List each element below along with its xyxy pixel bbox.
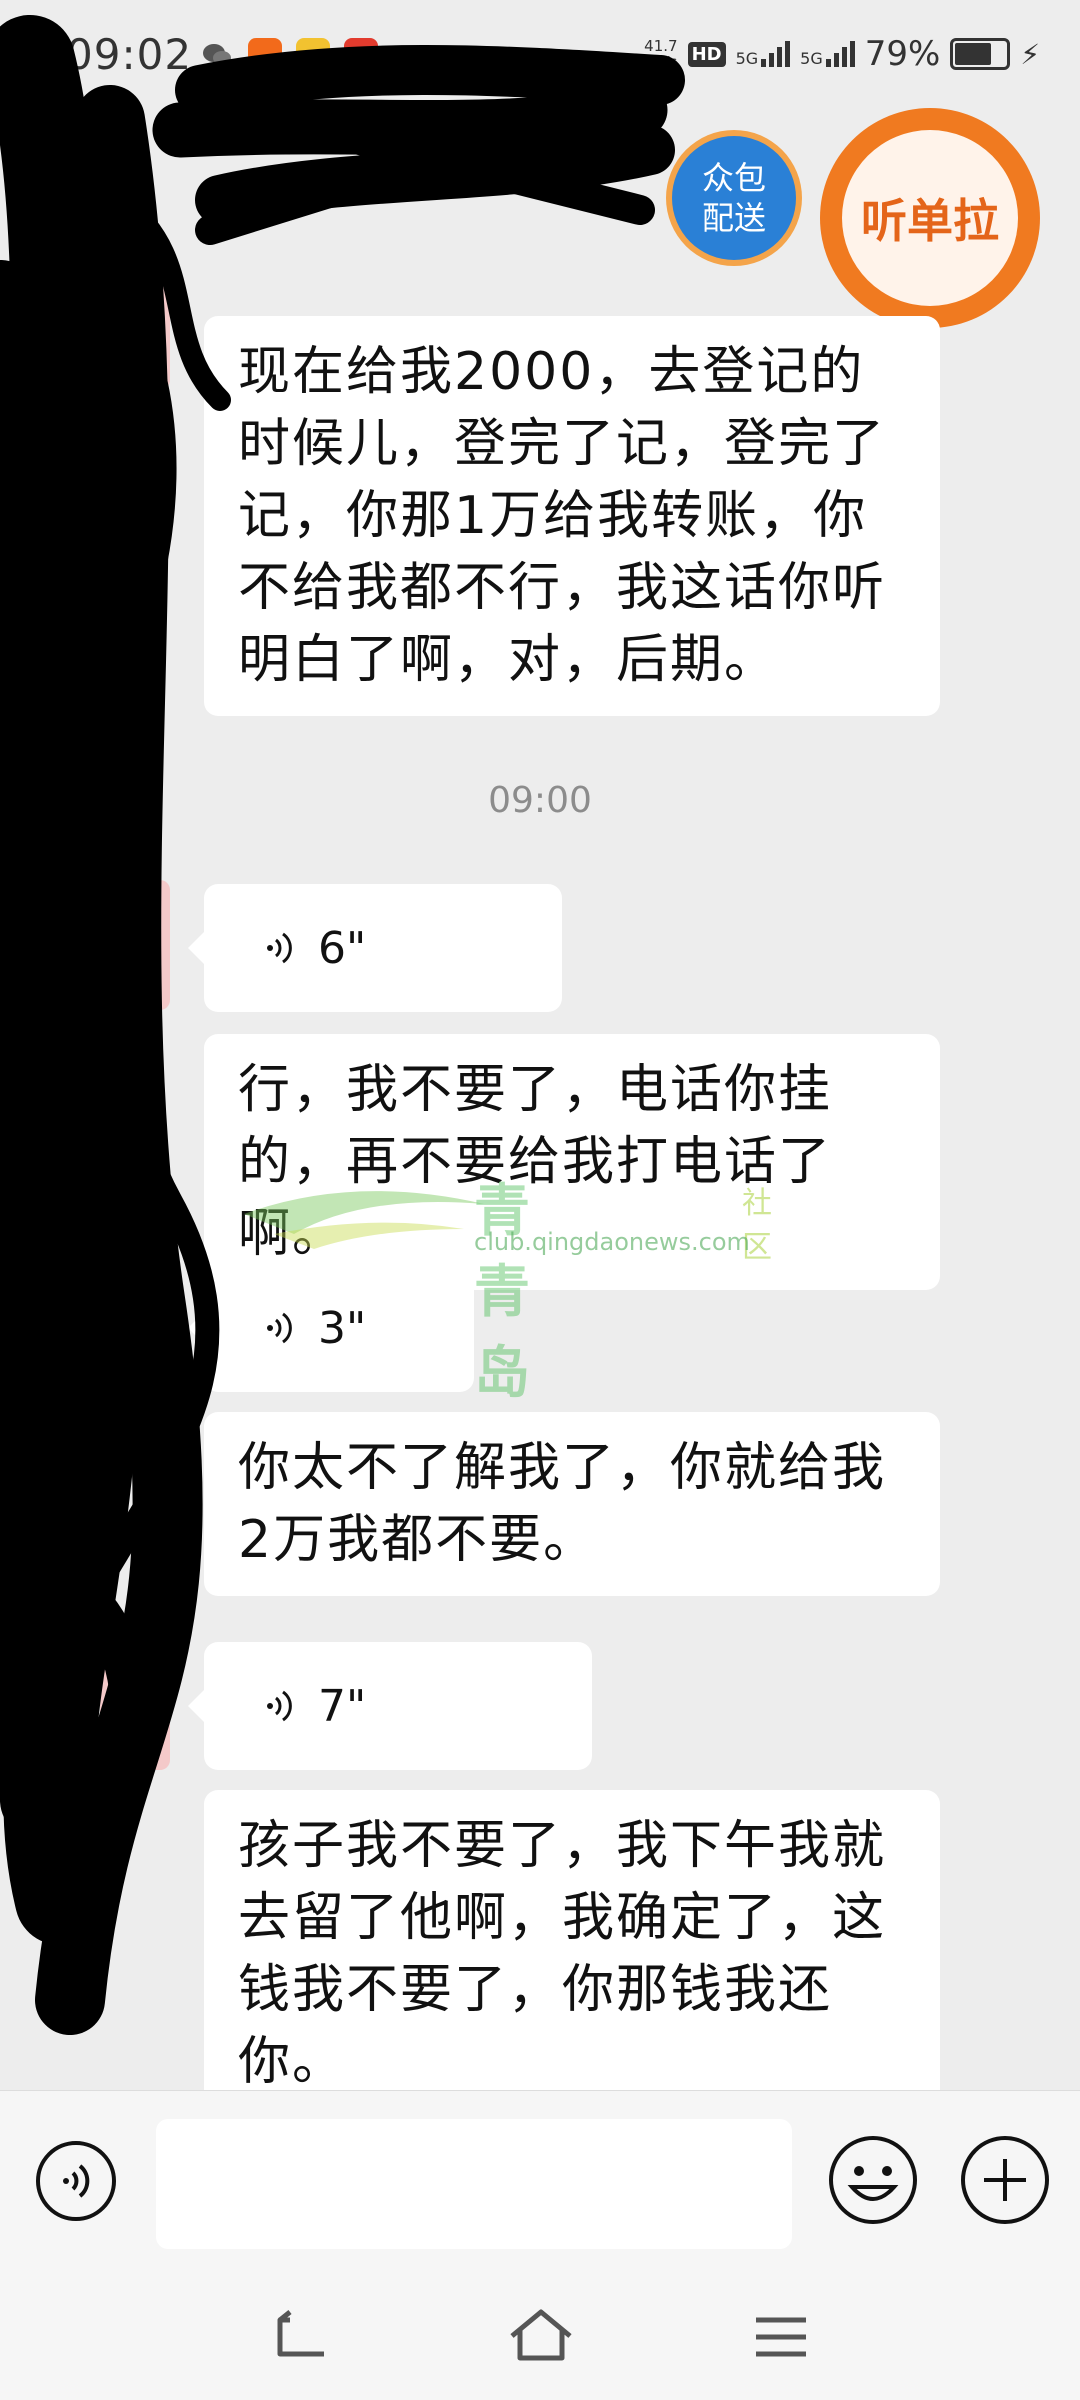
menu-icon[interactable] [746, 2302, 816, 2372]
message-text[interactable]: 孩子我不要了，我下午我就去留了他啊，我确定了，这钱我不要了，你那钱我还你。 [204, 1790, 940, 2118]
app-yellow-icon [296, 38, 330, 72]
app-orange-icon [248, 38, 282, 72]
home-icon[interactable] [506, 2302, 576, 2372]
plus-icon[interactable] [958, 2133, 1052, 2227]
wechat-icon [203, 44, 231, 65]
voice-duration: 3" [318, 1302, 367, 1354]
charging-icon: ⚡ [1020, 37, 1040, 71]
voice-message[interactable]: 7" [188, 1642, 592, 1770]
listen-order-floating-button[interactable]: 听单拉 [820, 108, 1040, 328]
battery-icon [950, 38, 1011, 70]
network-speed: 41.7 KB/s [644, 37, 678, 71]
voice-message[interactable]: 3" [188, 1264, 474, 1392]
status-bar: 09:02 41.7 KB/s HD 5G 5G 79% ⚡ [0, 0, 1080, 110]
app-red-icon [344, 38, 378, 72]
back-icon[interactable] [266, 2302, 336, 2372]
voice-duration: 6" [318, 922, 367, 974]
message-input-bar [0, 2090, 1080, 2275]
battery-percent: 79% [864, 34, 941, 74]
hd-icon: HD [687, 41, 726, 67]
system-navigation-bar [0, 2274, 1080, 2400]
voice-message[interactable]: 6" [188, 884, 562, 1012]
message-text[interactable]: 行，我不要了，电话你挂的，再不要给我打电话了啊。 [204, 1034, 940, 1290]
signal-sim2-icon: 5G [800, 41, 855, 67]
message-input-field[interactable] [156, 2119, 792, 2249]
emoji-icon[interactable] [826, 2133, 920, 2227]
status-time: 09:02 [66, 30, 193, 79]
contact-avatar[interactable] [100, 880, 170, 1010]
voice-input-toggle-icon[interactable] [34, 2139, 118, 2223]
message-text[interactable]: 你太不了解我了，你就给我2万我都不要。 [204, 1412, 940, 1596]
signal-sim1-icon: 5G [736, 41, 791, 67]
voice-wave-icon [267, 1690, 292, 1722]
contact-avatar[interactable] [100, 1640, 170, 1770]
crowd-delivery-floating-button[interactable]: 众包 配送 [672, 136, 796, 260]
voice-duration: 7" [318, 1680, 367, 1732]
contact-avatar[interactable] [100, 250, 170, 390]
voice-wave-icon [267, 932, 292, 964]
message-text[interactable]: 现在给我2000，去登记的时候儿，登完了记，登完了记，你那1万给我转账，你不给我… [204, 316, 940, 716]
voice-wave-icon [267, 1312, 292, 1344]
message-timestamp: 09:00 [488, 780, 592, 821]
notification-icons [200, 38, 378, 72]
